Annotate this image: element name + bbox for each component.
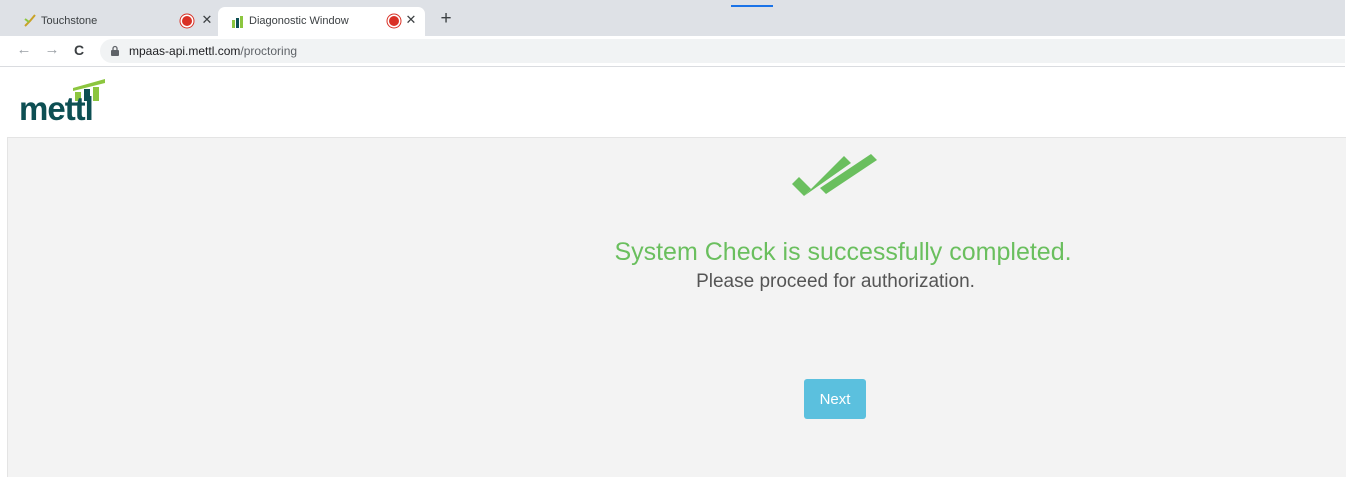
address-bar[interactable]: mpaas-api.mettl.com/proctoring — [100, 39, 1345, 63]
url-text: mpaas-api.mettl.com/proctoring — [129, 44, 297, 58]
lock-icon — [111, 45, 119, 56]
tab-strip-accent — [731, 5, 773, 7]
close-tab-icon[interactable]: ✕ — [200, 12, 214, 28]
recording-icon — [389, 16, 399, 26]
double-check-icon — [792, 154, 877, 196]
browser-toolbar: ← → C mpaas-api.mettl.com/proctoring — [0, 36, 1345, 66]
next-button[interactable]: Next — [804, 379, 866, 419]
mettl-favicon-icon — [232, 16, 243, 28]
tab-diagnostic-window[interactable]: Diagonostic Window ✕ — [218, 7, 425, 36]
close-tab-icon[interactable]: ✕ — [404, 12, 418, 28]
success-subtitle: Please proceed for authorization. — [696, 271, 975, 292]
back-icon[interactable]: ← — [14, 40, 34, 60]
logo-text: mettl — [19, 90, 94, 127]
tab-touchstone[interactable]: Touchstone ✕ — [10, 7, 220, 36]
recording-icon — [182, 16, 192, 26]
mettl-logo[interactable]: mettl — [19, 79, 109, 125]
url-host: mpaas-api.mettl.com — [129, 44, 241, 58]
tab-title: Touchstone — [41, 15, 98, 27]
site-header: mettl — [0, 67, 1345, 137]
success-title: System Check is successfully completed. — [614, 238, 1072, 266]
touchstone-favicon-icon — [24, 14, 36, 27]
new-tab-icon[interactable]: + — [436, 9, 456, 29]
browser-tab-bar: Touchstone ✕ Diagonostic Window ✕ + — [0, 0, 1345, 36]
tab-title: Diagonostic Window — [249, 15, 349, 27]
url-path: /proctoring — [240, 44, 298, 58]
system-check-panel: System Check is successfully completed. … — [7, 137, 1346, 477]
forward-icon[interactable]: → — [42, 40, 62, 60]
reload-icon[interactable]: C — [69, 40, 89, 60]
